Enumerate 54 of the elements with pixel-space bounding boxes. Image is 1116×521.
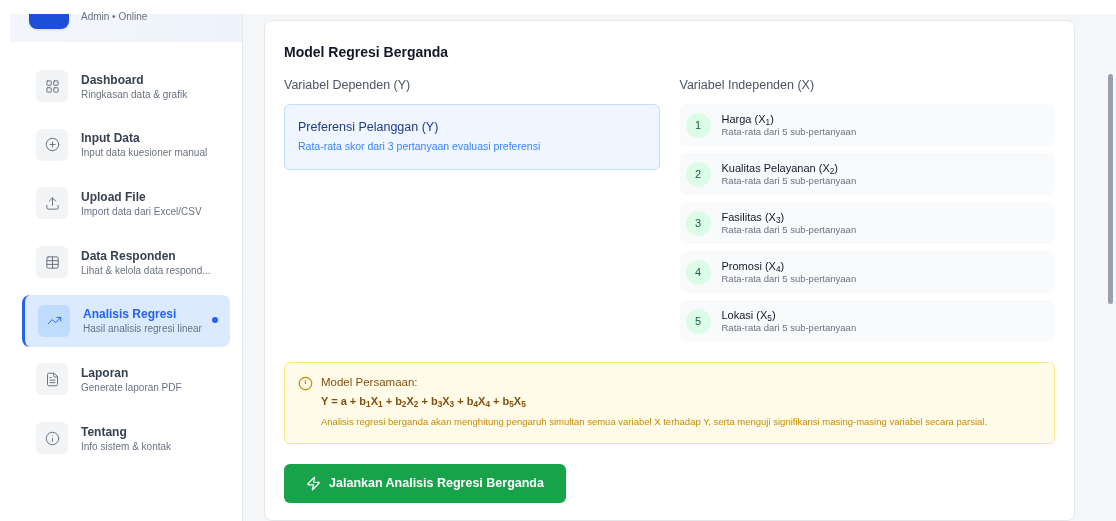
item-subtitle: Lihat & kelola data respond...: [81, 263, 211, 277]
logo-icon: [29, 14, 69, 29]
number-badge: 2: [685, 161, 711, 187]
sidebar-item[interactable]: Tentang Info sistem & kontak: [22, 412, 230, 465]
info-icon: [44, 430, 60, 446]
number-badge: 5: [685, 308, 711, 334]
document-icon: [44, 371, 60, 387]
variable-name: Harga (X$_{1}$): [721, 112, 775, 126]
sidebar-item[interactable]: Laporan Generate laporan PDF: [22, 353, 230, 406]
item-subtitle: Hasil analisis regresi linear: [83, 322, 202, 336]
variable-name: Promosi (X$_{4}$): [721, 259, 786, 273]
number-badge: 3: [685, 210, 711, 236]
item-title: Input Data: [81, 130, 141, 147]
variable-description: Rata-rata dari 5 sub-pertanyaan: [721, 224, 857, 236]
item-subtitle: Info sistem & kontak: [81, 439, 172, 453]
upload-icon: [44, 195, 60, 211]
variable-name: Lokasi (X$_{5}$): [721, 308, 777, 322]
item-title: Upload File: [81, 188, 147, 205]
warning-icon: [298, 376, 313, 391]
sidebar-item[interactable]: Data Responden Lihat & kelola data respond...: [22, 236, 230, 289]
item-title: Data Responden: [81, 247, 177, 264]
equation-formula: Y = a + b$_{1}$X$_{1}$ + b$_{2}$X$_{2}$ + b$_{3}$X$_{3}$ + b$_{4}$X$_{4}$ + b$_{5}$X$_{5}$: [321, 394, 527, 409]
sidebar-item[interactable]: Dashboard Ringkasan data & grafik: [22, 60, 230, 112]
sidebar-item[interactable]: Upload File Import data dari Excel/CSV: [22, 177, 230, 230]
item-title: Laporan: [81, 364, 130, 381]
item-subtitle: Input data kuesioner manual: [81, 146, 208, 160]
section-heading: Variabel Independen (X): [679, 77, 816, 93]
item-subtitle: Generate laporan PDF: [81, 380, 182, 394]
variable-description: Rata-rata dari 5 sub-pertanyaan: [721, 126, 857, 138]
item-title: Tentang: [81, 423, 128, 440]
variable-name: Kualitas Pelayanan (X$_{2}$): [721, 161, 839, 175]
section-heading: Variabel Dependen (Y): [284, 77, 412, 93]
variable-description: Rata-rata dari 5 sub-pertanyaan: [721, 273, 857, 285]
equation-note: Analisis regresi berganda akan menghitung pengaruh simultan semua variabel X terhadap Y, serta menguji signifikansi masing-masing variabel secara parsial.: [321, 415, 988, 428]
grid-icon: [44, 78, 60, 94]
plus-circle-icon: [44, 137, 60, 153]
variable-description: Rata-rata skor dari 3 pertanyaan evaluasi preferensi: [298, 139, 542, 153]
sidebar-item[interactable]: Input Data Input data kuesioner manual: [22, 118, 230, 171]
user-status: Admin • Online: [81, 12, 148, 22]
sidebar-item[interactable]: Analisis Regresi Hasil analisis regresi linear: [22, 294, 230, 347]
number-badge: 4: [685, 259, 711, 285]
item-title: Analisis Regresi: [83, 306, 178, 323]
item-subtitle: Ringkasan data & grafik: [81, 87, 188, 101]
lightning-icon: [306, 476, 322, 491]
variable-name: Preferensi Pelanggan (Y): [298, 119, 440, 135]
variable-description: Rata-rata dari 5 sub-pertanyaan: [721, 175, 857, 187]
table-icon: [44, 254, 60, 270]
variable-name: Fasilitas (X$_{3}$): [721, 210, 786, 224]
variable-description: Rata-rata dari 5 sub-pertanyaan: [721, 322, 857, 334]
number-badge: 1: [685, 112, 711, 138]
item-title: Dashboard: [81, 71, 145, 88]
card-title: Model Regresi Berganda: [284, 43, 450, 61]
equation-title: Model Persamaan:: [321, 375, 419, 390]
item-subtitle: Import data dari Excel/CSV: [81, 204, 202, 218]
